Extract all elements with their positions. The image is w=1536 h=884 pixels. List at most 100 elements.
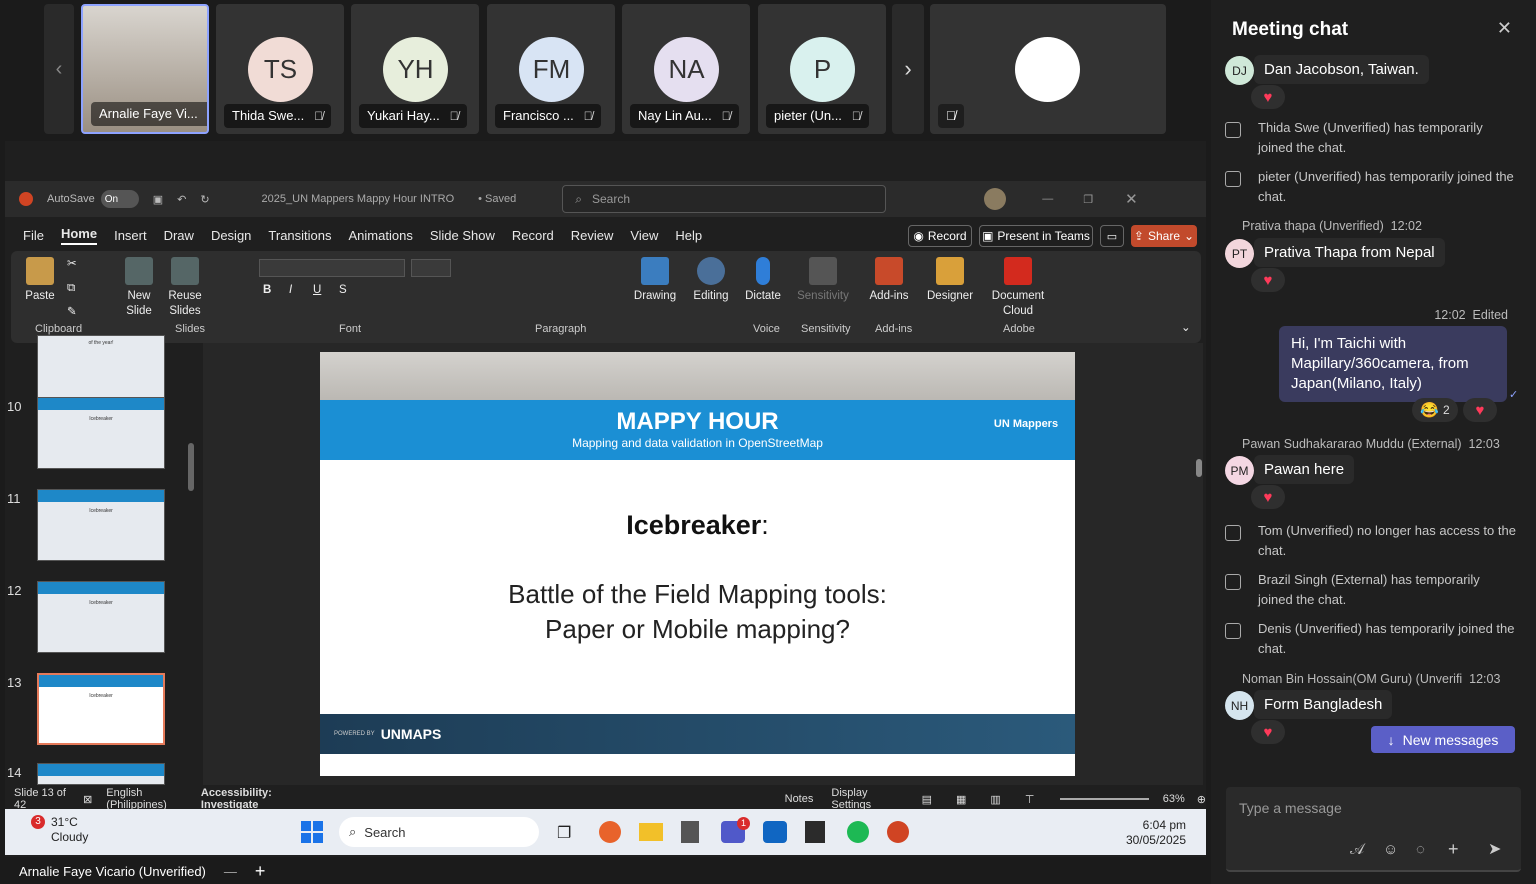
file-explorer-icon[interactable]	[639, 823, 663, 841]
bold-icon[interactable]: B	[263, 283, 271, 298]
normal-view-icon[interactable]: ▤	[922, 793, 932, 806]
tab-insert[interactable]: Insert	[114, 228, 147, 243]
italic-icon[interactable]: I	[289, 283, 292, 298]
weather-widget[interactable]: 3 31°C Cloudy	[21, 815, 88, 845]
thumbnail-scrollbar[interactable]	[188, 443, 194, 491]
tab-review[interactable]: Review	[571, 228, 614, 243]
participant-tile[interactable]: NA Nay Lin Au... 🎙̸	[622, 4, 750, 134]
laugh-reaction[interactable]: 😂 2	[1412, 398, 1458, 422]
task-view-icon[interactable]: ❐	[557, 823, 571, 843]
redo-icon[interactable]: ↻	[200, 193, 209, 206]
slide-thumbnail[interactable]: Icebreaker	[37, 397, 165, 469]
notes-button[interactable]: Notes	[785, 793, 814, 805]
outlook-icon[interactable]	[763, 821, 787, 843]
sender-avatar[interactable]: PT	[1225, 239, 1254, 268]
heart-reaction-icon[interactable]: ♥	[1251, 268, 1285, 292]
format-painter-icon[interactable]: ✎	[67, 305, 77, 320]
addins-button[interactable]: Add-ins	[867, 257, 911, 304]
sender-avatar[interactable]: PM	[1225, 456, 1254, 485]
comments-button[interactable]: ▭	[1100, 225, 1124, 247]
paste-button[interactable]: Paste	[25, 257, 55, 304]
sender-avatar[interactable]: NH	[1225, 691, 1254, 720]
underline-icon[interactable]: U	[313, 283, 321, 298]
participant-tile[interactable]: Arnalie Faye Vi... 🎙̸	[81, 4, 209, 134]
zoom-slider[interactable]	[1060, 798, 1149, 800]
emoji-icon[interactable]: ☺	[1383, 841, 1398, 858]
participant-tile[interactable]: 🎙̸	[930, 4, 1166, 134]
spellcheck-icon[interactable]: ⊠	[83, 793, 92, 806]
save-icon[interactable]: ▣	[153, 193, 163, 206]
chat-message[interactable]: Form Bangladesh	[1254, 690, 1393, 719]
display-settings-button[interactable]: Display Settings	[831, 787, 893, 811]
add-share-button[interactable]: +	[255, 861, 266, 882]
maximize-icon[interactable]: ❐	[1083, 193, 1093, 206]
chat-message[interactable]: Pawan here	[1254, 455, 1355, 484]
slideshow-icon[interactable]: ⊤	[1025, 793, 1035, 806]
dictate-button[interactable]: Dictate	[745, 257, 781, 304]
language-status[interactable]: English (Philippines)	[106, 787, 185, 811]
font-size-dropdown[interactable]	[411, 259, 451, 277]
next-participants-button[interactable]: ›	[892, 4, 924, 134]
current-slide[interactable]: MAPPY HOUR Mapping and data validation i…	[320, 352, 1075, 776]
slide-thumbnail[interactable]: Icebreaker	[37, 673, 165, 745]
loop-icon[interactable]: ◌	[1416, 841, 1425, 858]
slide-thumbnail[interactable]: Icebreaker	[37, 581, 165, 653]
search-box[interactable]: ⌕ Search	[562, 185, 887, 213]
fit-slide-icon[interactable]: ⊕	[1197, 793, 1206, 806]
record-button[interactable]: ◉ Record	[908, 225, 972, 247]
spotify-icon[interactable]	[847, 821, 869, 843]
drawing-button[interactable]: Drawing	[633, 257, 677, 304]
tab-record[interactable]: Record	[512, 228, 554, 243]
tab-transitions[interactable]: Transitions	[268, 228, 331, 243]
clock[interactable]: 6:04 pm 30/05/2025	[1126, 818, 1186, 848]
copy-icon[interactable]: ⧉	[67, 281, 75, 296]
collapse-ribbon-icon[interactable]: ⌄	[1181, 321, 1191, 336]
saved-status[interactable]: • Saved	[478, 193, 516, 205]
user-avatar[interactable]	[984, 188, 1007, 210]
editing-button[interactable]: Editing	[691, 257, 731, 304]
attach-plus-icon[interactable]: +	[1448, 839, 1459, 860]
start-button[interactable]	[301, 821, 323, 843]
tab-draw[interactable]: Draw	[164, 228, 194, 243]
autosave-toggle[interactable]: On	[100, 190, 139, 208]
font-name-dropdown[interactable]	[259, 259, 405, 277]
tab-home[interactable]: Home	[60, 226, 98, 245]
filename[interactable]: 2025_UN Mappers Mappy Hour INTRO	[262, 193, 455, 205]
tab-view[interactable]: View	[630, 228, 658, 243]
taskbar-search[interactable]: ⌕ Search	[339, 817, 539, 847]
minimize-icon[interactable]: —	[1042, 193, 1053, 205]
cut-icon[interactable]: ✂	[67, 257, 77, 272]
reading-view-icon[interactable]: ▥	[990, 793, 1000, 806]
present-in-teams-button[interactable]: ▣ Present in Teams	[979, 225, 1093, 247]
calculator-icon[interactable]	[681, 821, 699, 843]
undo-icon[interactable]: ↶	[177, 193, 186, 206]
editor-scrollbar[interactable]	[1196, 459, 1202, 477]
tab-file[interactable]: File	[23, 228, 44, 243]
slide-sorter-icon[interactable]: ▦	[956, 793, 966, 806]
heart-reaction-icon[interactable]: ♥	[1251, 485, 1285, 509]
message-input[interactable]: Type a message	[1239, 800, 1342, 816]
participant-tile[interactable]: Ppieter (Un... 🎙̸	[758, 4, 886, 134]
format-icon[interactable]: 𝒜	[1350, 841, 1364, 858]
heart-reaction-icon[interactable]: ♥	[1251, 85, 1285, 109]
slide-thumbnail[interactable]	[37, 763, 165, 785]
sticky-notes-icon[interactable]	[805, 821, 825, 843]
own-chat-message[interactable]: Hi, I'm Taichi with Mapillary/360camera,…	[1279, 326, 1507, 402]
firefox-icon[interactable]	[599, 821, 621, 843]
strikethrough-icon[interactable]: S	[339, 283, 347, 298]
tab-help[interactable]: Help	[675, 228, 702, 243]
message-compose-box[interactable]: Type a message 𝒜 ☺ ◌ + ➤	[1226, 787, 1521, 872]
close-icon[interactable]: ✕	[1125, 190, 1138, 208]
participant-tile[interactable]: YH Yukari Hay... 🎙̸	[351, 4, 479, 134]
chat-message[interactable]: Prativa Thapa from Nepal	[1254, 238, 1445, 267]
accessibility-status[interactable]: Accessibility: Investigate	[201, 787, 305, 811]
reuse-slides-button[interactable]: Reuse Slides	[167, 257, 203, 319]
zoom-level[interactable]: 63%	[1163, 793, 1185, 805]
prev-participants-button[interactable]: ‹	[44, 4, 74, 134]
participant-tile[interactable]: FM Francisco ... 🎙̸	[487, 4, 615, 134]
minimize-share-button[interactable]: —	[224, 864, 237, 879]
new-slide-button[interactable]: New Slide	[121, 257, 157, 319]
tab-slide-show[interactable]: Slide Show	[430, 228, 495, 243]
sensitivity-button[interactable]: Sensitivity	[797, 257, 849, 304]
heart-reaction-icon[interactable]: ♥	[1463, 398, 1497, 422]
